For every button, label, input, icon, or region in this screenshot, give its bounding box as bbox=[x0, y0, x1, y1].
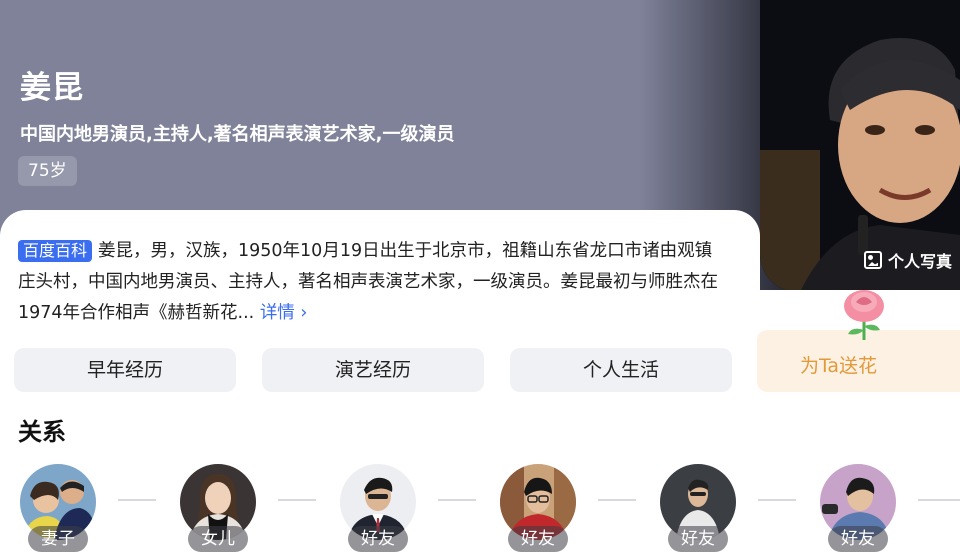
baike-badge[interactable]: 百度百科 bbox=[18, 240, 93, 262]
relation-role: 妻子 bbox=[28, 526, 88, 552]
person-subtitle: 中国内地男演员,主持人,著名相声表演艺术家,一级演员 bbox=[20, 124, 455, 145]
rose-icon bbox=[834, 286, 894, 346]
tab-early-life[interactable]: 早年经历 bbox=[14, 348, 236, 392]
relation-item-friend[interactable]: 好友 bbox=[498, 462, 578, 559]
relation-role: 好友 bbox=[828, 526, 888, 552]
age-badge: 75岁 bbox=[18, 156, 77, 186]
relation-item-wife[interactable]: 妻子 bbox=[18, 462, 98, 559]
connector-line bbox=[598, 499, 636, 501]
tab-personal-life[interactable]: 个人生活 bbox=[510, 348, 732, 392]
relation-item-friend[interactable]: 好友 bbox=[338, 462, 418, 559]
connector-line bbox=[758, 499, 796, 501]
tab-career[interactable]: 演艺经历 bbox=[262, 348, 484, 392]
person-name: 姜昆 bbox=[20, 70, 84, 106]
relation-role: 女儿 bbox=[188, 526, 248, 552]
connector-line bbox=[918, 499, 960, 501]
relation-role: 好友 bbox=[348, 526, 408, 552]
relations-title: 关系 bbox=[18, 418, 66, 446]
relations-list: 妻子 女儿 好友 好友 好友 好友 bbox=[0, 462, 960, 559]
picture-icon bbox=[864, 251, 882, 269]
photo-album-link[interactable]: 个人写真 bbox=[864, 248, 952, 272]
section-tabs: 早年经历 演艺经历 个人生活 bbox=[14, 348, 732, 392]
send-flower-label: 为Ta送花 bbox=[799, 355, 878, 377]
photo-album-label: 个人写真 bbox=[888, 252, 953, 271]
relation-role: 好友 bbox=[508, 526, 568, 552]
details-link[interactable]: 详情 › bbox=[260, 303, 308, 323]
connector-line bbox=[438, 499, 476, 501]
relation-item-friend[interactable]: 好友 bbox=[658, 462, 738, 559]
relation-item-daughter[interactable]: 女儿 bbox=[178, 462, 258, 559]
relation-role: 好友 bbox=[668, 526, 728, 552]
connector-line bbox=[118, 499, 156, 501]
intro-text: 姜昆，男，汉族，1950年10月19日出生于北京市，祖籍山东省龙口市诸由观镇庄头… bbox=[18, 241, 718, 323]
relation-item-friend[interactable]: 好友 bbox=[818, 462, 898, 559]
connector-line bbox=[278, 499, 316, 501]
intro-paragraph: 百度百科 姜昆，男，汉族，1950年10月19日出生于北京市，祖籍山东省龙口市诸由… bbox=[18, 236, 718, 329]
